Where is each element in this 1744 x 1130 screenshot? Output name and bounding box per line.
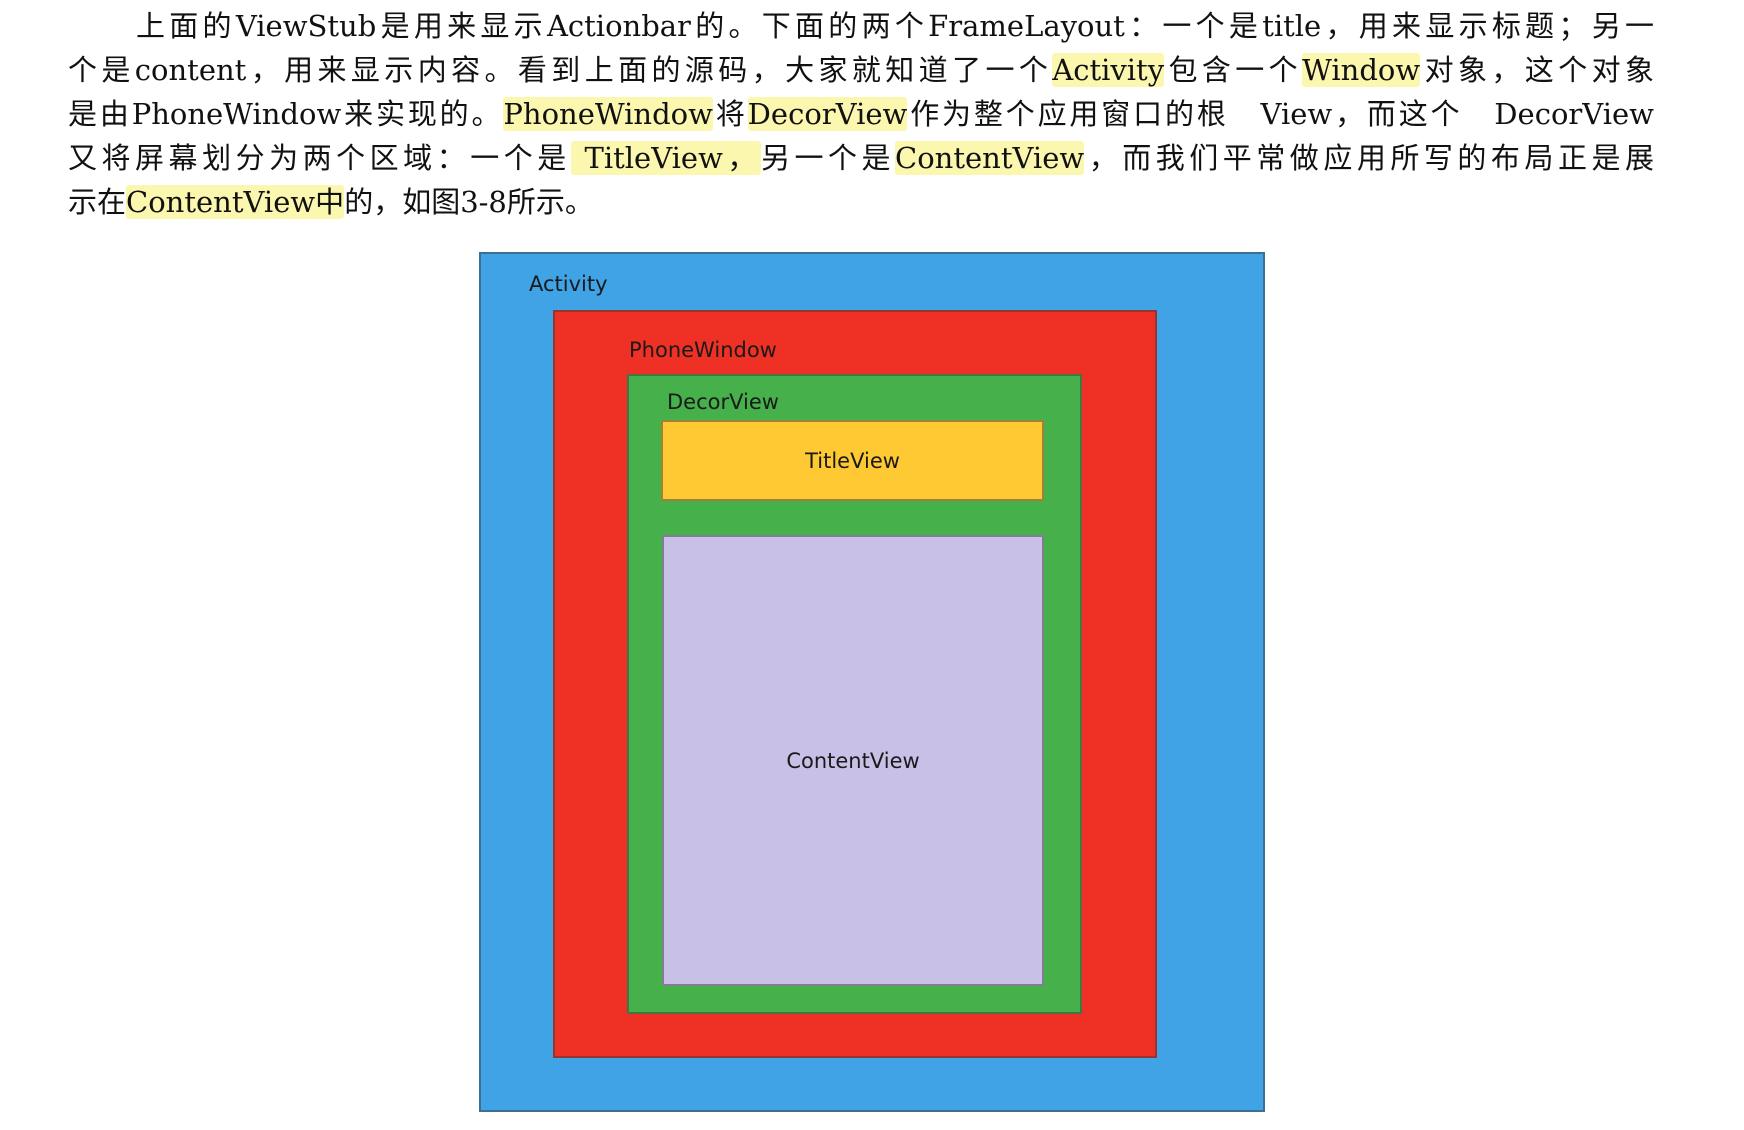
window-hierarchy-diagram: Activity PhoneWindow DecorView TitleView…: [0, 0, 1744, 1130]
titleview-label: TitleView: [805, 448, 900, 473]
contentview-label: ContentView: [786, 748, 920, 773]
contentview-box: ContentView: [662, 535, 1044, 986]
activity-label: Activity: [529, 272, 608, 296]
titleview-box: TitleView: [661, 420, 1044, 501]
decorview-label: DecorView: [667, 390, 779, 414]
phonewindow-label: PhoneWindow: [629, 338, 777, 362]
